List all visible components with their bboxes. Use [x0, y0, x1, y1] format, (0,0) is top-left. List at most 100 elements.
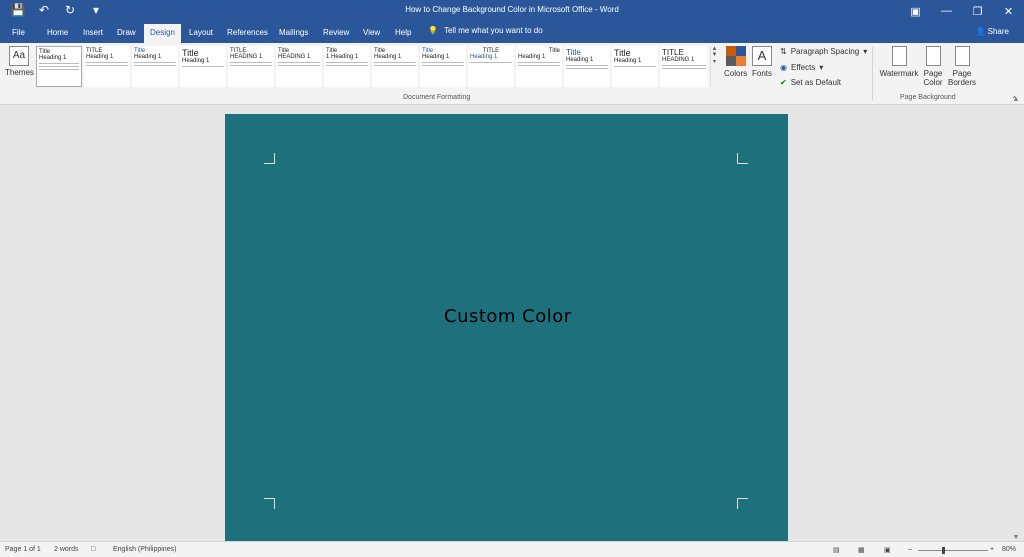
style-heading: Heading 1	[614, 58, 642, 64]
style-heading: Heading 1	[39, 55, 67, 61]
themes-icon: Aa	[9, 46, 29, 66]
chevron-up-icon[interactable]: ▲	[1008, 96, 1024, 103]
gallery-scroll[interactable]: ▲ ▼ ▾	[710, 46, 718, 87]
style-set-item[interactable]: Title Heading 1	[516, 46, 562, 87]
set-as-default-label: Set as Default	[790, 78, 841, 87]
style-heading: Heading 1	[566, 57, 594, 63]
page-color-icon	[925, 46, 941, 66]
word-count[interactable]: 2 words	[54, 546, 79, 553]
themes-label: Themes	[5, 68, 34, 77]
ribbon-design: Aa Themes Title Heading 1 TITLE Heading …	[0, 43, 1024, 105]
watermark-label: Watermark	[879, 69, 919, 78]
tab-help[interactable]: Help	[395, 28, 411, 37]
zoom-thumb[interactable]	[942, 547, 945, 554]
chevron-down-icon: ▾	[863, 47, 868, 56]
tab-view[interactable]: View	[363, 28, 380, 37]
tell-me-box[interactable]: 💡 Tell me what you want to do	[428, 26, 543, 35]
style-heading: Heading 1	[422, 54, 450, 60]
style-set-item[interactable]: Title HEADING 1	[276, 46, 322, 87]
person-icon: 👤	[975, 27, 986, 36]
page-color-button[interactable]: Page Color	[920, 46, 946, 87]
watermark-button[interactable]: Watermark	[879, 46, 919, 78]
page-borders-button[interactable]: Page Borders	[948, 46, 976, 87]
paragraph-spacing-label: Paragraph Spacing	[790, 47, 860, 56]
style-set-item[interactable]: Title Heading 1	[612, 46, 658, 87]
read-mode-icon[interactable]: ▤	[833, 546, 840, 554]
restore-button[interactable]: ❐	[962, 0, 993, 22]
style-set-item[interactable]: Title Heading 1	[420, 46, 466, 87]
document-page[interactable]: Custom Color	[225, 114, 788, 541]
tab-mailings[interactable]: Mailings	[279, 28, 308, 37]
group-page-background: Page Background	[900, 94, 956, 101]
watermark-icon	[891, 46, 907, 66]
tab-home[interactable]: Home	[47, 28, 68, 37]
style-set-item[interactable]: TITLE Heading 1	[468, 46, 514, 87]
tab-references[interactable]: References	[227, 28, 268, 37]
tab-layout[interactable]: Layout	[189, 28, 213, 37]
more-icon[interactable]: ▾	[711, 58, 718, 65]
ribbon-tabs: File Home Insert Draw Design Layout Refe…	[0, 22, 1024, 43]
effects-icon: ◉	[780, 63, 787, 72]
vertical-scrollbar[interactable]: ▲ ▼	[1008, 96, 1024, 541]
title-bar: 💾 ↶ ↻ ▾ How to Change Background Color i…	[0, 0, 1024, 22]
chevron-down-icon: ▾	[819, 63, 824, 72]
tab-draw[interactable]: Draw	[117, 28, 136, 37]
style-heading: Heading 1	[470, 54, 498, 60]
style-heading: HEADING 1	[662, 57, 695, 63]
style-title: Title	[566, 48, 581, 57]
page-borders-icon	[954, 46, 970, 66]
effects-button[interactable]: ◉ Effects ▾	[780, 63, 823, 72]
zoom-level[interactable]: 80%	[1002, 546, 1016, 553]
zoom-out-icon[interactable]: –	[908, 546, 912, 553]
language[interactable]: English (Philippines)	[113, 546, 176, 553]
font-icon: A	[752, 46, 772, 66]
style-set-gallery: Title Heading 1 TITLE Heading 1 Title He…	[36, 46, 710, 87]
tab-insert[interactable]: Insert	[83, 28, 103, 37]
margin-marker	[264, 153, 275, 164]
page-borders-label-line1: Page	[952, 69, 972, 78]
colors-button[interactable]: Colors	[724, 46, 747, 78]
style-set-item[interactable]: Title Heading 1	[180, 46, 226, 87]
style-title: TITLE	[662, 48, 684, 57]
style-set-item[interactable]: Title Heading 1	[36, 46, 82, 87]
style-set-item[interactable]: Title Heading 1	[132, 46, 178, 87]
set-as-default-button[interactable]: ✔ Set as Default	[780, 78, 841, 87]
group-document-formatting: Document Formatting	[403, 94, 471, 101]
chevron-down-icon[interactable]: ▼	[1008, 534, 1024, 541]
style-set-item[interactable]: TITLE Heading 1	[84, 46, 130, 87]
style-heading: HEADING 1	[278, 54, 311, 60]
margin-marker	[737, 153, 748, 164]
style-heading: Heading 1	[182, 58, 210, 64]
style-set-item[interactable]: Title 1 Heading 1	[324, 46, 370, 87]
zoom-slider[interactable]	[918, 547, 988, 554]
status-bar: Page 1 of 1 2 words □ English (Philippin…	[0, 541, 1024, 557]
share-button[interactable]: 👤 Share	[975, 27, 1009, 36]
tab-file[interactable]: File	[12, 28, 25, 37]
document-text[interactable]: Custom Color	[444, 306, 572, 327]
page-count[interactable]: Page 1 of 1	[5, 546, 41, 553]
themes-button[interactable]: Aa Themes	[5, 46, 34, 77]
close-button[interactable]: ✕	[993, 0, 1024, 22]
web-layout-icon[interactable]: ▣	[884, 546, 891, 554]
style-set-item[interactable]: TITLE HEADING 1	[228, 46, 274, 87]
zoom-in-icon[interactable]: +	[990, 546, 994, 553]
fonts-button[interactable]: A Fonts	[752, 46, 772, 78]
tab-review[interactable]: Review	[323, 28, 349, 37]
print-layout-icon[interactable]: ▦	[858, 546, 865, 554]
style-heading: HEADING 1	[230, 54, 263, 60]
share-label: Share	[987, 27, 1009, 36]
proofing-icon[interactable]: □	[91, 546, 95, 553]
ribbon-display-icon[interactable]: ▣	[900, 0, 931, 22]
margin-marker	[264, 498, 275, 509]
page-borders-label-line2: Borders	[948, 78, 977, 87]
margin-marker	[737, 498, 748, 509]
paragraph-spacing-button[interactable]: ⇅ Paragraph Spacing ▾	[780, 47, 867, 56]
style-set-item[interactable]: TITLE HEADING 1	[660, 46, 708, 87]
palette-icon	[725, 46, 746, 66]
tab-design[interactable]: Design	[144, 24, 181, 43]
minimize-button[interactable]: —	[931, 0, 962, 22]
checkmark-icon: ✔	[780, 78, 787, 87]
page-color-label-line2: Color	[923, 78, 943, 87]
style-set-item[interactable]: Title Heading 1	[564, 46, 610, 87]
style-set-item[interactable]: Title Heading 1	[372, 46, 418, 87]
